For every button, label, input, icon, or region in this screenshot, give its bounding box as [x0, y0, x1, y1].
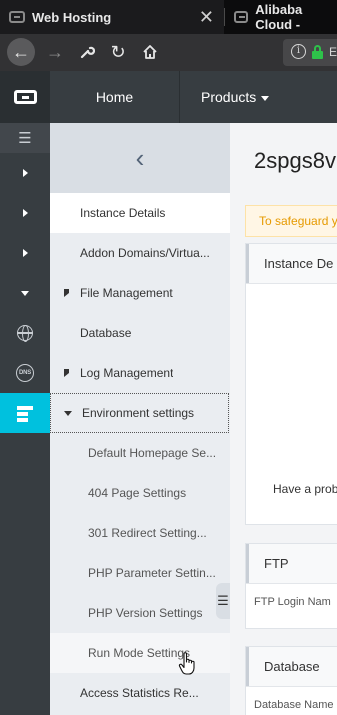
collapse-arrow-icon — [21, 290, 29, 296]
browser-tab-web-hosting[interactable]: Web Hosting ✕ — [0, 0, 224, 34]
rail-expand-1[interactable] — [0, 153, 50, 193]
instance-details-panel: Instance De Have a prob — [245, 243, 337, 525]
browser-tab-alibaba-cloud[interactable]: Alibaba Cloud - — [225, 0, 337, 34]
site-info-icon[interactable]: i — [291, 44, 306, 59]
sidebar-item-log-management[interactable]: Log Management — [50, 353, 230, 393]
header-nav-home[interactable]: Home — [50, 71, 180, 123]
expand-arrow-icon — [64, 289, 69, 297]
globe-icon — [17, 325, 33, 342]
sidebar-item-default-homepage[interactable]: Default Homepage Se... — [50, 433, 230, 473]
sidebar-item-404-page[interactable]: 404 Page Settings — [50, 473, 230, 513]
sidebar-item-instance-details[interactable]: Instance Details — [50, 193, 230, 233]
database-name-label: Database Name — [254, 699, 334, 711]
reload-icon[interactable]: ↻ — [105, 39, 131, 65]
ftp-panel: FTP FTP Login Nam — [245, 543, 337, 629]
sidebar-item-file-management[interactable]: File Management — [50, 273, 230, 313]
tab-title: Web Hosting — [32, 9, 112, 25]
sidebar-item-label: Default Homepage Se... — [88, 446, 217, 460]
sidebar-item-php-parameter[interactable]: PHP Parameter Settin... — [50, 553, 230, 593]
sidebar-toggle-icon[interactable]: ☰ — [216, 583, 230, 619]
sidebar-item-label: File Management — [80, 286, 173, 300]
hamburger-menu-icon[interactable]: ☰ — [0, 123, 50, 153]
rail-expand-2[interactable] — [0, 193, 50, 233]
console-header: Home Products — [0, 71, 337, 123]
expand-arrow-icon — [22, 169, 28, 177]
url-text: E — [329, 45, 337, 59]
rail-collapse[interactable] — [0, 273, 50, 313]
sidebar-item-label: Access Statistics Re... — [80, 686, 199, 700]
panel-title: Database — [246, 647, 337, 687]
expand-arrow-icon — [22, 209, 28, 217]
collapse-arrow-icon — [64, 410, 72, 416]
rail-web-hosting[interactable] — [0, 393, 50, 433]
forward-arrow-icon[interactable]: → — [42, 39, 68, 65]
sidebar-item-label: Log Management — [80, 366, 174, 380]
chevron-down-icon — [261, 95, 270, 101]
panel-title: Instance De — [246, 244, 337, 284]
header-nav-home-label: Home — [95, 89, 134, 105]
header-nav-products[interactable]: Products — [181, 71, 337, 123]
database-panel: Database Database Name — [245, 646, 337, 715]
sidebar-item-label: Instance Details — [80, 206, 166, 220]
back-arrow-icon[interactable]: ← — [7, 38, 35, 66]
sidebar-item-environment-settings[interactable]: Environment settings — [50, 393, 229, 433]
home-icon[interactable] — [137, 39, 163, 65]
expand-arrow-icon — [22, 249, 28, 257]
sidebar-item-label: PHP Version Settings — [88, 606, 203, 620]
alibaba-favicon-icon — [234, 11, 249, 23]
alibaba-favicon-icon — [9, 11, 25, 23]
rail-expand-3[interactable] — [0, 233, 50, 273]
dns-icon: DNS — [16, 364, 34, 382]
rail-dns[interactable]: DNS — [0, 353, 50, 393]
alibaba-cloud-logo[interactable] — [0, 71, 50, 123]
secure-lock-icon — [312, 45, 323, 59]
sidebar-item-label: Run Mode Settings — [88, 646, 191, 660]
sidebar-item-label: 301 Redirect Setting... — [88, 526, 207, 540]
sidebar-item-database[interactable]: Database — [50, 313, 230, 353]
product-sidebar: ‹ Instance Details Addon Domains/Virtua.… — [50, 123, 230, 715]
problem-text: Have a prob — [273, 482, 337, 496]
icon-rail: ☰ DNS — [0, 123, 50, 715]
sidebar-item-label: Database — [80, 326, 132, 340]
close-tab-icon[interactable]: ✕ — [199, 7, 214, 28]
hand-cursor-icon — [178, 652, 195, 675]
sidebar-item-access-statistics[interactable]: Access Statistics Re... — [50, 673, 230, 713]
ftp-login-name-label: FTP Login Nam — [254, 596, 331, 608]
expand-arrow-icon — [64, 369, 69, 377]
server-icon — [17, 405, 33, 422]
notice-banner: To safeguard y — [245, 205, 337, 237]
header-nav-products-label: Products — [201, 89, 257, 105]
sidebar-item-run-mode[interactable]: Run Mode Settings — [50, 633, 230, 673]
sidebar-item-label: 404 Page Settings — [88, 486, 187, 500]
tab-title: Alibaba Cloud - — [255, 2, 303, 32]
rail-globe[interactable] — [0, 313, 50, 353]
sidebar-item-label: PHP Parameter Settin... — [88, 566, 216, 580]
browser-toolbar: ← → ↻ i E — [0, 34, 337, 71]
sidebar-collapse-chevron-icon[interactable]: ‹ — [50, 123, 230, 193]
screen: Web Hosting ✕ Alibaba Cloud - ← → ↻ i E — [0, 0, 337, 715]
browser-tab-strip: Web Hosting ✕ Alibaba Cloud - — [0, 0, 337, 34]
panel-title: FTP — [246, 544, 337, 584]
sidebar-item-php-version[interactable]: PHP Version Settings — [50, 593, 230, 633]
page-title: 2spgs8v — [254, 148, 336, 173]
wrench-icon[interactable] — [74, 39, 100, 65]
sidebar-item-label: Environment settings — [82, 406, 195, 420]
sidebar-item-label: Addon Domains/Virtua... — [80, 246, 210, 260]
sidebar-item-addon-domains[interactable]: Addon Domains/Virtua... — [50, 233, 230, 273]
alibaba-cloud-logo-icon — [13, 90, 37, 104]
address-bar[interactable]: i E — [283, 39, 337, 66]
sidebar-item-301-redirect[interactable]: 301 Redirect Setting... — [50, 513, 230, 553]
main-content: 2spgs8v To safeguard y Instance De Have … — [230, 123, 337, 715]
